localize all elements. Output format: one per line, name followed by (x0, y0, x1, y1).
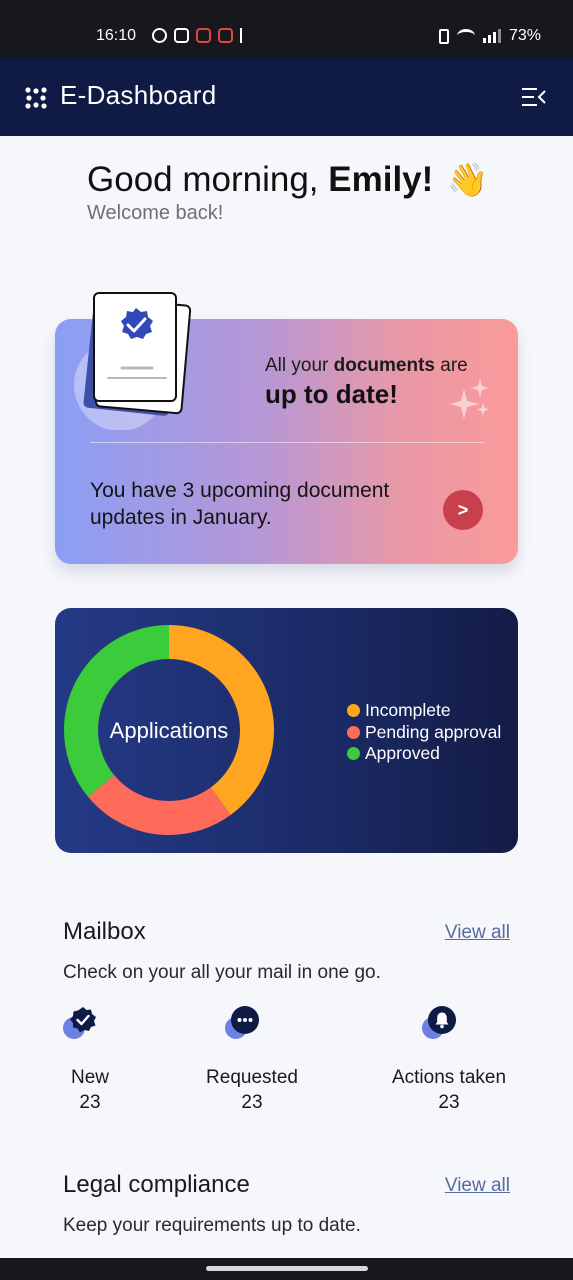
dots-logo-icon (25, 87, 47, 109)
mail-stat-count: 23 (79, 1092, 101, 1113)
mail-stat-icon (225, 1005, 265, 1045)
legend-swatch (347, 747, 360, 761)
app-icon (196, 28, 211, 43)
mail-stat-icon (63, 1005, 103, 1045)
sparkle-icon (450, 379, 489, 419)
mail-stat-actions-taken[interactable]: Actions taken 23 (379, 1005, 519, 1114)
mail-stat-label: Requested (206, 1067, 298, 1088)
documents-status-bold: documents (333, 355, 435, 376)
mail-stat-count: 23 (241, 1092, 263, 1113)
whatsapp-icon (152, 28, 167, 43)
status-bar: 16:10 73% (0, 0, 573, 58)
legend-label: Incomplete (365, 700, 451, 721)
chat-dots-icon (231, 1006, 259, 1034)
documents-status-suffix: are (435, 355, 468, 376)
legend-swatch (347, 704, 360, 718)
wave-emoji: 👋 (447, 161, 489, 198)
chart-legend: Incomplete Pending approval Approved (347, 700, 501, 765)
app-bar: E-Dashboard (0, 58, 573, 136)
user-name: Emily! (328, 160, 434, 199)
app-icon (218, 28, 233, 43)
welcome-text: Welcome back! (87, 202, 224, 224)
mail-stat-label: Actions taken (391, 1067, 507, 1088)
applications-card: Applications Incomplete Pending approval A… (55, 608, 518, 853)
signal-icon (482, 29, 501, 43)
notification-icons (152, 28, 250, 43)
legal-compliance-title: Legal compliance (63, 1171, 250, 1198)
bell-icon (428, 1006, 456, 1034)
mailbox-view-all-link[interactable]: View all (445, 922, 510, 944)
documents-status-prefix: All your (265, 355, 334, 376)
greeting-prefix: Good morning, (87, 160, 329, 199)
legend-item: Incomplete (347, 700, 501, 722)
legend-swatch (347, 725, 360, 739)
legal-view-all-link[interactable]: View all (445, 1175, 510, 1197)
mail-stat-new[interactable]: New 23 (20, 1005, 160, 1114)
donut-center-label: Applications (109, 718, 229, 743)
status-time: 16:10 (96, 27, 137, 44)
legend-item: Pending approval (347, 722, 501, 744)
vibrate-icon (438, 28, 449, 44)
mail-stat-requested[interactable]: Requested 23 (182, 1005, 322, 1114)
documents-status-line: All your documents are (265, 355, 468, 377)
battery-level: 73% (508, 27, 541, 44)
wifi-icon (456, 29, 475, 43)
menu-collapse-icon[interactable] (521, 86, 547, 108)
app-icon (240, 28, 250, 43)
mail-stat-label: New (70, 1067, 109, 1088)
mail-stat-icon (422, 1005, 462, 1045)
system-nav-bar (0, 1258, 573, 1280)
view-updates-button[interactable]: > (443, 490, 483, 530)
home-gesture-handle[interactable] (206, 1266, 368, 1271)
mailbox-subtitle: Check on your all your mail in one go. (63, 962, 381, 983)
legend-label: Approved (365, 743, 440, 764)
instagram-icon (174, 28, 189, 43)
status-right: 73% (438, 27, 541, 45)
legal-compliance-subtitle: Keep your requirements up to date. (63, 1215, 361, 1236)
card-divider (90, 442, 484, 443)
app-title: E-Dashboard (60, 80, 217, 110)
verified-badge-icon (70, 1007, 96, 1033)
upcoming-updates-text: You have 3 upcoming document updates in … (90, 479, 390, 529)
mailbox-title: Mailbox (63, 918, 146, 945)
documents-status-headline: up to date! (265, 379, 398, 409)
legend-label: Pending approval (365, 721, 502, 742)
mail-stat-count: 23 (438, 1092, 460, 1113)
document-verified-illustration (74, 292, 192, 430)
greeting-heading: Good morning, Emily! 👋 (87, 160, 488, 200)
legend-item: Approved (347, 743, 501, 765)
